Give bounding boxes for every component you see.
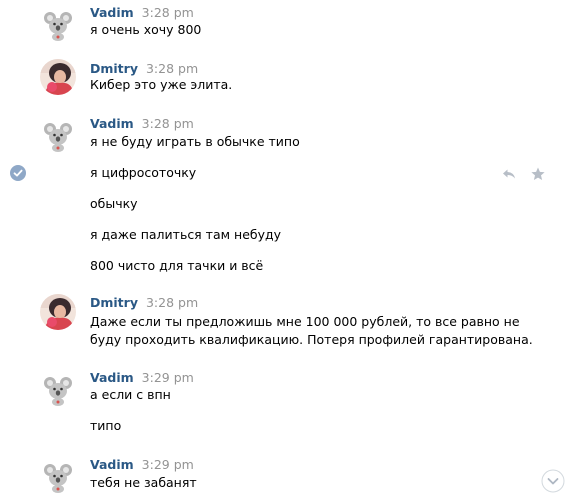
message-header: Vadim 3:29 pm	[90, 370, 194, 385]
check-circle-icon[interactable]	[10, 165, 26, 181]
author-name[interactable]: Dmitry	[90, 61, 138, 76]
message-text: я даже палиться там небуду	[90, 227, 282, 242]
message-text: я цифросоточку	[90, 165, 197, 180]
message-time[interactable]: 3:28 pm	[142, 116, 194, 131]
message-text: тебя не забанят	[90, 475, 197, 490]
author-name[interactable]: Vadim	[90, 5, 134, 20]
author-name[interactable]: Vadim	[90, 370, 134, 385]
message-header: Dmitry 3:28 pm	[90, 61, 198, 76]
avatar[interactable]	[40, 459, 76, 495]
message-header: Dmitry 3:28 pm	[90, 295, 198, 310]
message-group: Vadim 3:29 pm а если с впн типо	[0, 370, 565, 440]
message-text: Кибер это уже элита.	[90, 77, 233, 92]
message-header: Vadim 3:28 pm	[90, 116, 194, 131]
avatar[interactable]	[40, 7, 76, 43]
message-text: 800 чисто для тачки и всё	[90, 258, 264, 273]
koala-avatar-icon	[40, 372, 76, 408]
message-header: Vadim 3:28 pm	[90, 5, 194, 20]
message-text: а если с впн	[90, 387, 171, 402]
photo-avatar-icon	[40, 294, 76, 330]
message-group: Dmitry 3:28 pm Кибер это уже элита.	[0, 59, 565, 101]
photo-avatar-icon	[40, 59, 76, 95]
reply-icon[interactable]	[501, 166, 517, 182]
message-group: Vadim 3:29 pm тебя не забанят	[0, 457, 565, 495]
avatar[interactable]	[40, 59, 76, 95]
message-text: я не буду играть в обычке типо	[90, 134, 300, 149]
message-time[interactable]: 3:29 pm	[142, 457, 194, 472]
message-header: Vadim 3:29 pm	[90, 457, 194, 472]
avatar[interactable]	[40, 294, 76, 330]
author-name[interactable]: Vadim	[90, 457, 134, 472]
message-group: Vadim 3:28 pm я очень хочу 800	[0, 5, 565, 45]
avatar[interactable]	[40, 118, 76, 154]
koala-avatar-icon	[40, 7, 76, 43]
message-time[interactable]: 3:28 pm	[146, 61, 198, 76]
author-name[interactable]: Dmitry	[90, 295, 138, 310]
message-group: Dmitry 3:28 pm Даже если ты предложишь м…	[0, 294, 565, 355]
star-icon[interactable]	[530, 166, 546, 182]
message-group: Vadim 3:28 pm я не буду играть в обычке …	[0, 116, 565, 276]
author-name[interactable]: Vadim	[90, 116, 134, 131]
message-time[interactable]: 3:29 pm	[142, 370, 194, 385]
message-text: буду проходить квалификацию. Потеря проф…	[90, 332, 533, 347]
message-text: Даже если ты предложишь мне 100 000 рубл…	[90, 314, 520, 329]
koala-avatar-icon	[40, 118, 76, 154]
message-time[interactable]: 3:28 pm	[146, 295, 198, 310]
message-text: я очень хочу 800	[90, 22, 202, 37]
message-text: обычку	[90, 196, 138, 211]
scroll-down-icon[interactable]	[541, 469, 565, 493]
message-time[interactable]: 3:28 pm	[142, 5, 194, 20]
koala-avatar-icon	[40, 459, 76, 495]
avatar[interactable]	[40, 372, 76, 408]
message-text: типо	[90, 418, 122, 433]
